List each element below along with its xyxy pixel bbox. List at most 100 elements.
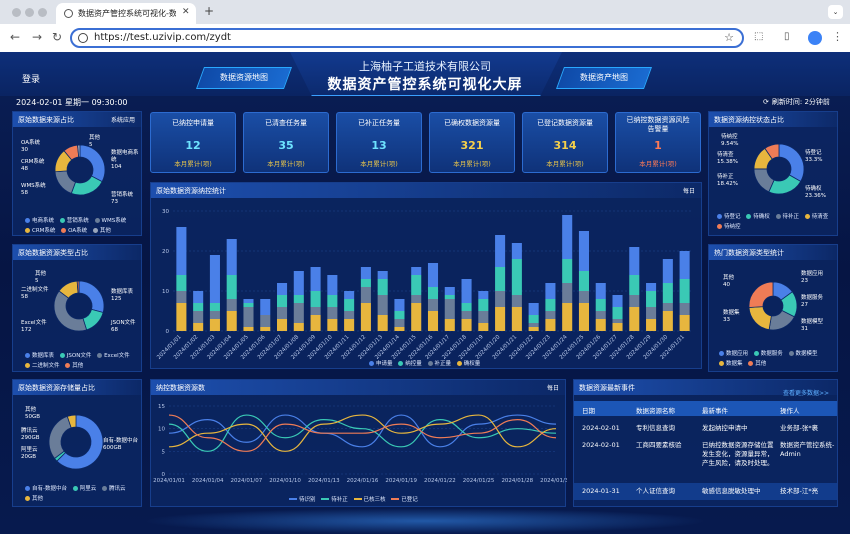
- bar-segment[interactable]: [612, 307, 623, 319]
- legend-item[interactable]: 纳控量: [398, 359, 422, 367]
- bar-segment[interactable]: [193, 291, 204, 303]
- legend-item[interactable]: 自有-数据中台: [25, 484, 67, 492]
- bar-segment[interactable]: [360, 303, 371, 331]
- nav-resource-map-button[interactable]: 数据资源地图: [195, 67, 293, 89]
- bar-segment[interactable]: [629, 247, 640, 275]
- bar-segment[interactable]: [461, 311, 472, 319]
- bar-segment[interactable]: [528, 327, 539, 331]
- bar-segment[interactable]: [193, 323, 204, 331]
- browser-tab[interactable]: 数据资产管控系统可视化-数据... ✕: [56, 3, 196, 24]
- bar-segment[interactable]: [646, 319, 657, 331]
- stat-card-applications[interactable]: 已纳控申请量 12 本月累计(项): [150, 112, 236, 173]
- bar-segment[interactable]: [209, 311, 220, 319]
- donut-slice[interactable]: [748, 306, 772, 331]
- bar-segment[interactable]: [277, 319, 288, 331]
- bar-segment[interactable]: [293, 295, 304, 303]
- bar-segment[interactable]: [327, 319, 338, 331]
- bar-segment[interactable]: [511, 295, 522, 307]
- back-icon[interactable]: ←: [10, 30, 20, 44]
- bar-segment[interactable]: [478, 311, 489, 323]
- bar-segment[interactable]: [344, 319, 355, 331]
- legend-item[interactable]: 腾讯云: [102, 484, 126, 492]
- bar-segment[interactable]: [478, 291, 489, 299]
- nav-asset-map-button[interactable]: 数据资产地图: [555, 67, 653, 89]
- bar-segment[interactable]: [377, 315, 388, 331]
- bar-segment[interactable]: [612, 295, 623, 307]
- legend-item[interactable]: 待清查: [804, 212, 828, 220]
- legend-item[interactable]: 已登记: [391, 495, 418, 503]
- stat-card-registered[interactable]: 已登记数据资源量 314 本月累计(项): [522, 112, 608, 173]
- bar-segment[interactable]: [511, 307, 522, 331]
- legend-item[interactable]: 待登记: [717, 212, 741, 220]
- bar-segment[interactable]: [478, 299, 489, 311]
- bar-segment[interactable]: [176, 227, 187, 275]
- bar-segment[interactable]: [444, 287, 455, 295]
- donut-slice[interactable]: [54, 170, 76, 194]
- bar-segment[interactable]: [528, 303, 539, 315]
- bar-segment[interactable]: [662, 259, 673, 283]
- bar-segment[interactable]: [411, 275, 422, 295]
- bar-segment[interactable]: [595, 283, 606, 299]
- bar-segment[interactable]: [411, 267, 422, 275]
- donut-slice[interactable]: [748, 281, 774, 308]
- donut-slice[interactable]: [70, 175, 103, 196]
- bar-segment[interactable]: [226, 299, 237, 311]
- bar-segment[interactable]: [511, 243, 522, 259]
- donut-slice[interactable]: [53, 290, 88, 332]
- legend-item[interactable]: 其他: [748, 359, 766, 367]
- bookmark-star-icon[interactable]: ☆: [724, 31, 734, 44]
- bar-segment[interactable]: [679, 251, 690, 279]
- bar-segment[interactable]: [243, 327, 254, 331]
- bar-segment[interactable]: [427, 299, 439, 311]
- bar-segment[interactable]: [327, 295, 338, 307]
- legend-item[interactable]: JSON文件: [59, 351, 91, 359]
- bar-segment[interactable]: [226, 275, 237, 299]
- bar-segment[interactable]: [578, 231, 589, 271]
- bar-segment[interactable]: [260, 299, 271, 315]
- close-tab-icon[interactable]: ✕: [182, 7, 190, 17]
- bar-segment[interactable]: [209, 303, 220, 311]
- forward-icon[interactable]: →: [32, 30, 42, 44]
- legend-item[interactable]: 营销系统: [59, 216, 89, 224]
- stat-card-corrections[interactable]: 已补正任务量 13 本月累计(项): [336, 112, 422, 173]
- legend-item[interactable]: 二进制文件: [25, 361, 60, 369]
- legend-item[interactable]: 确权量: [456, 359, 480, 367]
- bar-segment[interactable]: [293, 303, 304, 323]
- bar-segment[interactable]: [478, 323, 489, 331]
- legend-item[interactable]: 数据应用: [719, 349, 748, 357]
- bar-segment[interactable]: [662, 283, 673, 303]
- bar-segment[interactable]: [612, 323, 623, 331]
- bar-segment[interactable]: [209, 319, 220, 331]
- legend-item[interactable]: 待补正: [321, 495, 348, 503]
- bar-segment[interactable]: [545, 299, 556, 311]
- bar-segment[interactable]: [444, 319, 455, 331]
- profile-avatar[interactable]: [808, 31, 822, 45]
- new-tab-icon[interactable]: +: [204, 4, 214, 18]
- browser-menu-icon[interactable]: ⋮: [832, 30, 843, 43]
- bar-segment[interactable]: [310, 291, 321, 307]
- bar-segment[interactable]: [629, 275, 640, 295]
- bar-segment[interactable]: [495, 235, 506, 267]
- bar-segment[interactable]: [646, 283, 657, 291]
- legend-item[interactable]: 其他: [25, 494, 43, 502]
- bar-segment[interactable]: [562, 303, 573, 331]
- legend-item[interactable]: 已核三核: [353, 495, 386, 503]
- bar-segment[interactable]: [444, 295, 455, 299]
- bar-segment[interactable]: [394, 299, 405, 311]
- bar-segment[interactable]: [595, 319, 606, 331]
- bar-segment[interactable]: [394, 327, 405, 331]
- bar-segment[interactable]: [360, 279, 371, 287]
- bar-segment[interactable]: [578, 303, 589, 331]
- bar-segment[interactable]: [310, 307, 321, 315]
- bar-segment[interactable]: [243, 299, 254, 303]
- stat-card-inventory[interactable]: 已清查任务量 35 本月累计(项): [243, 112, 329, 173]
- bar-segment[interactable]: [310, 267, 321, 291]
- legend-item[interactable]: 申请量: [369, 359, 393, 367]
- bar-segment[interactable]: [243, 307, 254, 327]
- bar-segment[interactable]: [578, 291, 589, 303]
- bar-segment[interactable]: [427, 311, 439, 331]
- bar-segment[interactable]: [679, 315, 690, 331]
- bar-segment[interactable]: [394, 311, 405, 319]
- bar-segment[interactable]: [277, 307, 288, 319]
- bar-segment[interactable]: [411, 295, 422, 303]
